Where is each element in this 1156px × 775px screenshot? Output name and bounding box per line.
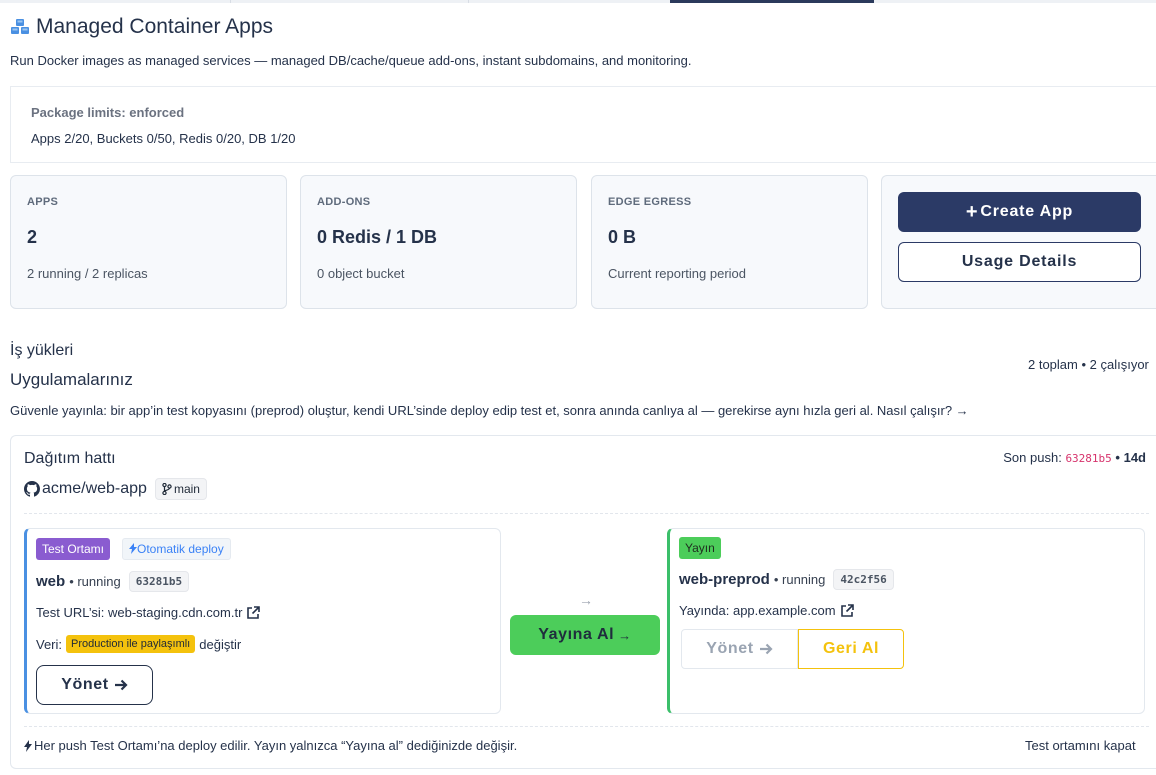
actions-card: + Create App Usage Details — [881, 175, 1156, 309]
external-link-icon[interactable] — [246, 605, 261, 620]
staging-url-row[interactable]: Test URL’si: web-staging.cdn.com.tr — [36, 605, 261, 620]
staging-manage-button[interactable]: Yönet — [36, 665, 153, 705]
package-limits-values: Apps 2/20, Buckets 0/50, Redis 0/20, DB … — [31, 131, 296, 146]
arrow-right-icon — [759, 643, 773, 655]
last-push-label: Son push: — [1003, 450, 1062, 465]
shared-data-badge: Production ile paylaşımlı — [66, 635, 196, 653]
manage-label: Yönet — [61, 676, 109, 693]
git-branch-icon — [162, 483, 172, 495]
production-commit: 42c2f56 — [833, 569, 894, 590]
stat-value: 0 B — [608, 227, 637, 247]
last-push-info: Son push: 63281b5 • 14d — [1003, 450, 1146, 465]
footer-text: Her push Test Ortamı’na deploy edilir. Y… — [34, 738, 518, 753]
staging-commit: 63281b5 — [128, 571, 190, 592]
stat-label: ADD-ONS — [317, 196, 371, 208]
stat-sub: 2 running / 2 replicas — [27, 266, 148, 281]
stat-sub: Current reporting period — [608, 266, 747, 281]
package-limits-heading: Package limits: enforced — [31, 105, 185, 120]
section-overline: İş yükleri — [10, 342, 74, 359]
page-subtitle: Run Docker images as managed services — … — [10, 53, 692, 68]
auto-deploy-label: Otomatik deploy — [137, 542, 224, 556]
rollback-button[interactable]: Geri Al — [798, 629, 904, 669]
section-description[interactable]: Güvenle yayınla: bir app’in test kopyası… — [10, 403, 969, 418]
stat-card-addons: ADD-ONS 0 Redis / 1 DB 0 object bucket — [300, 175, 577, 309]
production-env-card: Yayın web-preprod • running 42c2f56 Yayı… — [667, 528, 1145, 714]
create-app-button[interactable]: + Create App — [898, 192, 1141, 232]
package-limits-panel: Package limits: enforced Apps 2/20, Buck… — [10, 86, 1156, 163]
stat-card-egress: EDGE EGRESS 0 B Current reporting period — [591, 175, 868, 309]
stat-label: APPS — [27, 196, 59, 208]
stat-card-apps: APPS 2 2 running / 2 replicas — [10, 175, 287, 309]
deploy-to-production-button[interactable]: Yayına Al → — [510, 615, 660, 655]
workload-count: 2 toplam • 2 çalışıyor — [1028, 357, 1149, 372]
cubes-icon — [10, 18, 30, 36]
divider — [24, 726, 1149, 727]
last-push-hash[interactable]: 63281b5 — [1065, 452, 1111, 465]
top-tab-indicator — [0, 0, 1156, 3]
production-url[interactable]: Yayında: app.example.com — [679, 603, 836, 618]
production-url-row[interactable]: Yayında: app.example.com — [679, 603, 854, 618]
deployment-pipeline-card: Dağıtım hattı Son push: 63281b5 • 14d ac… — [10, 435, 1156, 769]
section-title: Uygulamalarınız — [10, 370, 133, 389]
branch-name: main — [173, 482, 200, 496]
stat-value: 0 Redis / 1 DB — [317, 227, 438, 247]
production-manage-button[interactable]: Yönet — [681, 629, 798, 669]
staging-tag: Test Ortamı — [36, 538, 111, 560]
repo-name[interactable]: acme/web-app — [42, 480, 147, 498]
pipeline-title: Dağıtım hattı — [24, 450, 116, 467]
divider — [24, 513, 1149, 514]
staging-url[interactable]: Test URL’si: web-staging.cdn.com.tr — [36, 605, 242, 620]
usage-details-button[interactable]: Usage Details — [898, 242, 1141, 282]
branch-badge: main — [154, 478, 207, 500]
staging-status: • running — [69, 574, 121, 589]
create-app-label: Create App — [980, 203, 1074, 220]
change-data-link[interactable]: değiştir — [199, 637, 241, 652]
staging-app-name[interactable]: web — [36, 573, 65, 590]
production-app-name[interactable]: web-preprod — [679, 571, 770, 588]
arrow-right-icon — [114, 679, 128, 691]
lightning-icon — [129, 542, 137, 556]
data-label: Veri: — [36, 636, 63, 652]
pipeline-footer-note: Her push Test Ortamı’na deploy edilir. Y… — [24, 738, 517, 753]
last-push-age: • 14d — [1115, 450, 1146, 465]
repo-info: acme/web-app main — [24, 478, 207, 500]
plus-icon: + — [965, 201, 979, 223]
close-staging-link[interactable]: Test ortamını kapat — [1025, 738, 1136, 753]
arrow-right-icon: → — [618, 627, 632, 643]
lightning-icon — [24, 739, 32, 752]
auto-deploy-badge: Otomatik deploy — [122, 538, 231, 560]
staging-data-row: Veri: Production ile paylaşımlı değiştir — [36, 635, 241, 653]
stat-value: 2 — [27, 227, 38, 247]
production-tag: Yayın — [679, 537, 721, 559]
production-status: • running — [773, 572, 826, 587]
external-link-icon[interactable] — [840, 603, 854, 618]
staging-app-row: web • running 63281b5 — [36, 571, 190, 592]
github-icon — [24, 481, 40, 497]
staging-env-card: Test Ortamı Otomatik deploy web • runnin… — [24, 528, 501, 714]
page-title: Managed Container Apps — [10, 15, 273, 39]
stat-sub: 0 object bucket — [317, 266, 405, 281]
stat-label: EDGE EGRESS — [608, 196, 692, 208]
flow-arrow: → — [579, 592, 593, 608]
page-title-text: Managed Container Apps — [36, 15, 273, 38]
production-app-row: web-preprod • running 42c2f56 — [679, 569, 894, 590]
manage-label: Yönet — [706, 640, 754, 657]
deploy-label: Yayına Al — [538, 626, 615, 643]
